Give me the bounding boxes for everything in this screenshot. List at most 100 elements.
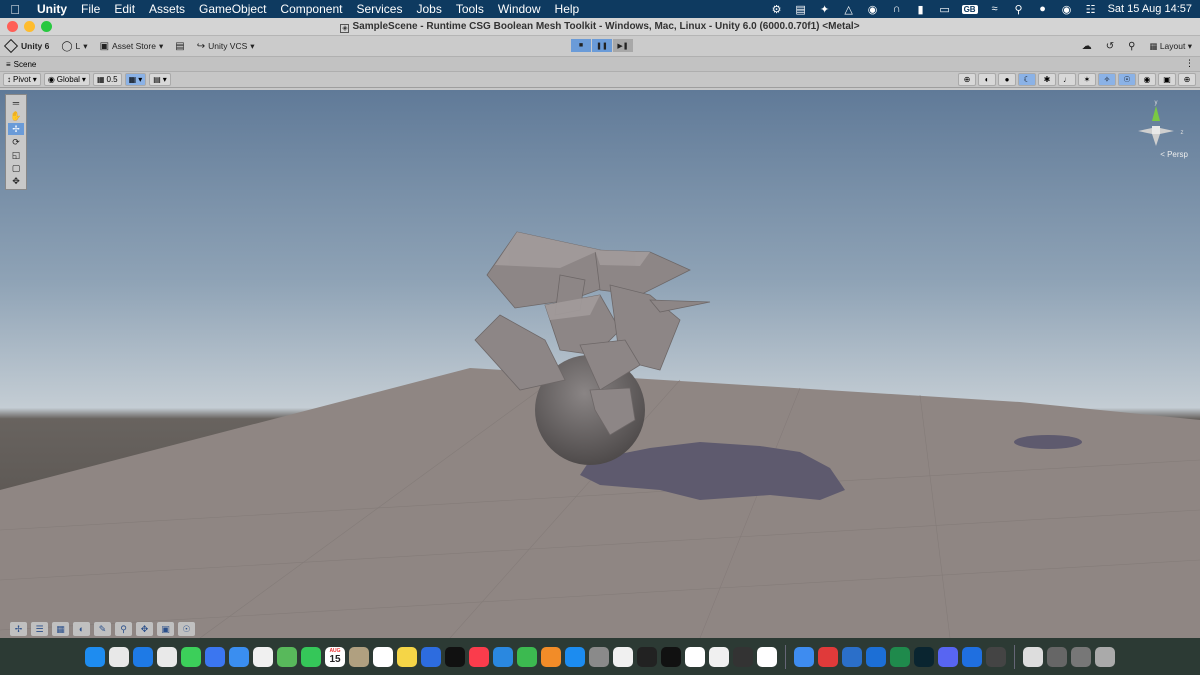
hand-tool-button[interactable]: ✋ xyxy=(8,110,24,122)
brush-icon[interactable]: ✎ xyxy=(94,622,111,636)
grid-snapping-toggle[interactable]: ▦ ▾ xyxy=(124,73,147,86)
freeform-icon[interactable] xyxy=(421,646,441,667)
gizmo-neg-y-axis[interactable] xyxy=(1152,134,1160,146)
gizmo-neg-x-axis[interactable] xyxy=(1160,128,1174,134)
pen-status-icon[interactable]: △ xyxy=(842,3,856,16)
unity-icon[interactable] xyxy=(986,646,1006,667)
record-status-icon[interactable]: ◉ xyxy=(866,3,880,16)
play-stop-button[interactable]: ■ xyxy=(571,39,591,52)
xcode-icon[interactable] xyxy=(962,646,982,667)
menu-file[interactable]: File xyxy=(74,2,107,16)
visibility-toggle[interactable]: ☉ xyxy=(1118,73,1136,86)
menu-component[interactable]: Component xyxy=(273,2,349,16)
lighting-toggle[interactable]: ✧ xyxy=(1098,73,1116,86)
debug-draw-dropdown[interactable]: ✱ xyxy=(1038,73,1056,86)
panel-handle-icon[interactable]: ═ xyxy=(8,97,24,109)
chrome-icon[interactable] xyxy=(157,646,177,667)
global-dropdown[interactable]: ◉ Global ▾ xyxy=(43,73,90,86)
disk-utility-icon[interactable] xyxy=(842,646,862,667)
pages-icon[interactable] xyxy=(541,646,561,667)
screenshots-icon[interactable] xyxy=(1071,646,1091,667)
effects-button[interactable]: ✶ xyxy=(1078,73,1096,86)
arc-icon[interactable] xyxy=(709,646,729,667)
quicktime-icon[interactable] xyxy=(866,646,886,667)
launchpad-icon[interactable] xyxy=(109,646,129,667)
move-tool-button[interactable]: ✢ xyxy=(8,123,24,135)
keyboard-layout-badge[interactable]: GB xyxy=(961,4,978,14)
menu-edit[interactable]: Edit xyxy=(107,2,142,16)
app-menu[interactable]: Unity xyxy=(30,2,74,16)
reminders-icon[interactable] xyxy=(373,646,393,667)
search-icon[interactable]: ⚲ xyxy=(1012,3,1026,16)
transform-tool-button[interactable]: ✥ xyxy=(8,175,24,187)
gear-status-icon[interactable]: ⚙ xyxy=(770,3,784,16)
projection-label[interactable]: < Persp xyxy=(1160,150,1188,159)
terminal-icon[interactable] xyxy=(637,646,657,667)
scene-tab[interactable]: ≡ Scene ⋮ xyxy=(0,57,1200,72)
contacts-icon[interactable] xyxy=(349,646,369,667)
unity-hub-icon[interactable] xyxy=(733,646,753,667)
2d-toggle-button[interactable]: ♩ xyxy=(1058,73,1076,86)
camera-dropdown[interactable]: ▣ xyxy=(1158,73,1176,86)
discord-icon[interactable] xyxy=(938,646,958,667)
step-button[interactable]: ▶❚ xyxy=(613,39,633,52)
rotate-tool-button[interactable]: ⟳ xyxy=(8,136,24,148)
app-store-icon[interactable] xyxy=(565,646,585,667)
control-center-icon[interactable]: ☷ xyxy=(1084,3,1098,16)
zoom-icon[interactable]: ⚲ xyxy=(115,622,132,636)
news-icon[interactable] xyxy=(613,646,633,667)
mail-icon[interactable] xyxy=(229,646,249,667)
cloud-icon[interactable]: ☁ xyxy=(1082,41,1092,52)
podcast-icon[interactable] xyxy=(914,646,934,667)
sliders-icon[interactable]: ☰ xyxy=(31,622,48,636)
package-button[interactable]: ▤ xyxy=(169,41,190,52)
tv-icon[interactable] xyxy=(445,646,465,667)
calendar-icon[interactable]: AUG 15 xyxy=(325,646,345,667)
menu-jobs[interactable]: Jobs xyxy=(409,2,448,16)
menu-help[interactable]: Help xyxy=(548,2,587,16)
unity-vcs-dropdown[interactable]: ↪ Unity VCS ▾ xyxy=(191,41,261,52)
gizmo-center-cube[interactable] xyxy=(1152,126,1160,134)
screen-share-status-icon[interactable]: ▭ xyxy=(938,3,952,16)
search-icon[interactable]: ⚲ xyxy=(1128,41,1135,52)
battery-status-icon[interactable]: ▮ xyxy=(914,3,928,16)
gizmo-x-axis[interactable] xyxy=(1138,128,1152,134)
chatgpt-icon[interactable] xyxy=(661,646,681,667)
gizmos-dropdown[interactable]: ⊕ xyxy=(1178,73,1196,86)
shaded-button[interactable]: ● xyxy=(998,73,1016,86)
snap-increment-field[interactable]: ▦ 0.5 xyxy=(92,73,122,86)
apple-menu-icon[interactable]:  xyxy=(0,2,30,17)
account-dropdown[interactable]: ◯ L ▾ xyxy=(55,41,93,52)
user-switch-icon[interactable]: ● xyxy=(1036,3,1050,15)
downloads-icon[interactable] xyxy=(1047,646,1067,667)
more-options-icon[interactable]: ⋮ xyxy=(1185,58,1194,69)
notes-icon[interactable] xyxy=(397,646,417,667)
rect-tool-button[interactable]: ▢ xyxy=(8,162,24,174)
move-overlay-icon[interactable]: ✢ xyxy=(10,622,27,636)
menu-tools[interactable]: Tools xyxy=(449,2,491,16)
excel-icon[interactable] xyxy=(890,646,910,667)
music-icon[interactable] xyxy=(469,646,489,667)
pivot-dropdown[interactable]: ↕ Pivot ▾ xyxy=(3,73,41,86)
scale-tool-button[interactable]: ◱ xyxy=(8,149,24,161)
grid-overlay-icon[interactable]: ▦ xyxy=(52,622,69,636)
layout-dropdown[interactable]: ▦ Layout ▾ xyxy=(1149,41,1192,52)
wifi-icon[interactable]: ≈ xyxy=(988,3,1002,15)
headphones-status-icon[interactable]: ∩ xyxy=(890,3,904,15)
menu-window[interactable]: Window xyxy=(491,2,548,16)
compass-icon[interactable]: ☉ xyxy=(178,622,195,636)
siri-icon[interactable]: ◉ xyxy=(1060,3,1074,16)
scene-viewport[interactable]: ═ ✋ ✢ ⟳ ◱ ▢ ✥ y z < Persp ✢ ☰ ▦ ◐ ✎ ⚲ ✥ … xyxy=(0,90,1200,638)
safari-icon[interactable] xyxy=(133,646,153,667)
pan-icon[interactable]: ✥ xyxy=(136,622,153,636)
sparkle-status-icon[interactable]: ✦ xyxy=(818,3,832,16)
system-settings-icon[interactable] xyxy=(589,646,609,667)
menu-gameobject[interactable]: GameObject xyxy=(192,2,273,16)
folder-icon[interactable] xyxy=(794,646,814,667)
acrobat-icon[interactable] xyxy=(818,646,838,667)
copilot-icon[interactable] xyxy=(757,646,777,667)
scene-visibility-dropdown[interactable]: ◉ xyxy=(1138,73,1156,86)
trash-icon[interactable] xyxy=(1095,646,1115,667)
finder-icon[interactable] xyxy=(85,646,105,667)
asset-store-dropdown[interactable]: ▣ Asset Store ▾ xyxy=(94,41,170,52)
